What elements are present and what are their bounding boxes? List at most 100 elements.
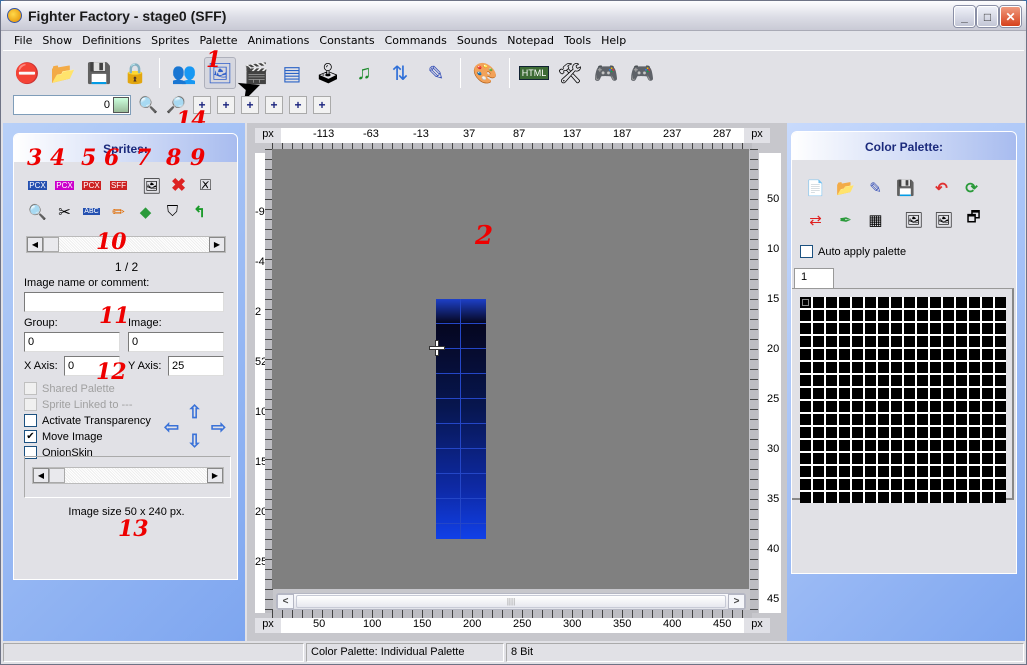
palette-color-cell[interactable] [826, 336, 837, 347]
palette-color-cell[interactable] [904, 310, 915, 321]
palette-color-cell[interactable] [826, 479, 837, 490]
palette-color-cell[interactable] [800, 310, 811, 321]
palette-color-cell[interactable] [904, 479, 915, 490]
palette-color-cell[interactable] [904, 440, 915, 451]
palette-color-cell[interactable] [930, 453, 941, 464]
palette-color-cell[interactable] [891, 362, 902, 373]
palette-color-cell[interactable] [956, 323, 967, 334]
palette-color-cell[interactable] [826, 349, 837, 360]
palette-color-cell[interactable] [839, 349, 850, 360]
palette-color-cell[interactable] [852, 492, 863, 503]
delete-image-icon[interactable]: 🗵 [194, 174, 217, 197]
group-input[interactable]: 0 [24, 332, 120, 352]
menu-animations[interactable]: Animations [243, 34, 315, 47]
new-pcx-icon[interactable]: PCX [26, 174, 49, 197]
palette-color-cell[interactable] [956, 492, 967, 503]
run-dos-icon[interactable]: 🎮 [626, 57, 658, 89]
lock-icon[interactable]: 🔒 [119, 57, 151, 89]
palette-color-cell[interactable] [878, 323, 889, 334]
palette-color-cell[interactable] [852, 375, 863, 386]
palette-color-cell[interactable] [865, 336, 876, 347]
palette-color-cell[interactable] [852, 453, 863, 464]
palette-color-cell[interactable] [839, 492, 850, 503]
palette-color-cell[interactable] [982, 362, 993, 373]
palette-color-cell[interactable] [969, 427, 980, 438]
palette-color-cell[interactable] [865, 492, 876, 503]
palette-color-cell[interactable] [800, 362, 811, 373]
palette-color-cell[interactable] [826, 401, 837, 412]
palette-color-cell[interactable] [865, 323, 876, 334]
palette-color-cell[interactable] [917, 336, 928, 347]
palette-color-cell[interactable] [865, 297, 876, 308]
palette-color-cell[interactable] [930, 414, 941, 425]
palette-color-cell[interactable] [839, 388, 850, 399]
palette-color-cell[interactable] [917, 401, 928, 412]
palette-icon[interactable]: 🎨 [469, 57, 501, 89]
palette-color-cell[interactable] [813, 297, 824, 308]
palette-color-cell[interactable] [982, 310, 993, 321]
palette-color-cell[interactable] [865, 388, 876, 399]
palette-color-cell[interactable] [943, 375, 954, 386]
palette-color-cell[interactable] [982, 466, 993, 477]
maximize-button[interactable]: □ [977, 6, 998, 27]
palette-color-cell[interactable] [813, 492, 824, 503]
menu-sounds[interactable]: Sounds [452, 34, 502, 47]
palette-color-cell[interactable] [930, 297, 941, 308]
palette-color-cell[interactable] [956, 336, 967, 347]
palette-color-cell[interactable] [813, 453, 824, 464]
palette-color-cell[interactable] [904, 297, 915, 308]
calculator-icon[interactable] [113, 97, 129, 113]
palette-color-cell[interactable] [878, 492, 889, 503]
palette-color-cell[interactable] [800, 401, 811, 412]
palette-color-cell[interactable] [891, 479, 902, 490]
activate-transparency-checkbox[interactable]: Activate Transparency [24, 414, 151, 427]
palette-color-cell[interactable] [982, 440, 993, 451]
palette-color-cell[interactable] [826, 297, 837, 308]
apply-palette-icon[interactable]: 🖼 [902, 208, 925, 231]
revert-palette-icon[interactable]: ↶ [930, 176, 953, 199]
open-pcx-icon[interactable]: PCX [53, 174, 76, 197]
palette-color-cell[interactable] [904, 362, 915, 373]
palette-color-cell[interactable] [800, 336, 811, 347]
palette-color-cell[interactable] [943, 479, 954, 490]
import-export-icon[interactable]: ⇅ [384, 57, 416, 89]
palette-color-cell[interactable] [904, 453, 915, 464]
search-sprite-icon[interactable]: 🔍 [26, 200, 49, 223]
palette-color-cell[interactable] [826, 453, 837, 464]
palette-color-cell[interactable] [813, 479, 824, 490]
palette-color-cell[interactable] [800, 375, 811, 386]
palette-color-cell[interactable] [839, 427, 850, 438]
palette-color-cell[interactable] [891, 388, 902, 399]
palette-color-cell[interactable] [982, 388, 993, 399]
palette-color-cell[interactable] [852, 297, 863, 308]
canvas-scroll-left-button[interactable]: < [277, 594, 294, 609]
palette-color-cell[interactable] [865, 466, 876, 477]
palette-color-cell[interactable] [852, 323, 863, 334]
palette-color-cell[interactable] [969, 336, 980, 347]
undo-icon[interactable]: ↰ [188, 200, 211, 223]
canvas-horizontal-scrollbar[interactable]: < |||| > [276, 593, 746, 610]
palette-color-cell[interactable] [800, 349, 811, 360]
palette-color-cell[interactable] [839, 336, 850, 347]
palette-color-cell[interactable] [878, 401, 889, 412]
palette-color-cell[interactable] [826, 440, 837, 451]
palette-color-cell[interactable] [839, 453, 850, 464]
palette-color-cell[interactable] [943, 336, 954, 347]
palette-color-cell[interactable] [995, 297, 1006, 308]
palette-color-cell[interactable] [839, 297, 850, 308]
palette-color-cell[interactable] [904, 375, 915, 386]
palette-color-cell[interactable] [982, 414, 993, 425]
palette-color-cell[interactable] [839, 479, 850, 490]
palette-color-cell[interactable] [852, 401, 863, 412]
palette-color-cell[interactable] [943, 427, 954, 438]
palette-color-cell[interactable] [917, 427, 928, 438]
menu-file[interactable]: File [9, 34, 37, 47]
palette-color-cell[interactable] [995, 349, 1006, 360]
palette-color-cell[interactable] [917, 388, 928, 399]
palette-color-cell[interactable] [813, 362, 824, 373]
palette-color-cell[interactable] [878, 453, 889, 464]
palette-color-cell[interactable] [813, 349, 824, 360]
palette-color-cell[interactable] [891, 375, 902, 386]
menu-sprites[interactable]: Sprites [146, 34, 194, 47]
palette-color-cell[interactable] [930, 388, 941, 399]
